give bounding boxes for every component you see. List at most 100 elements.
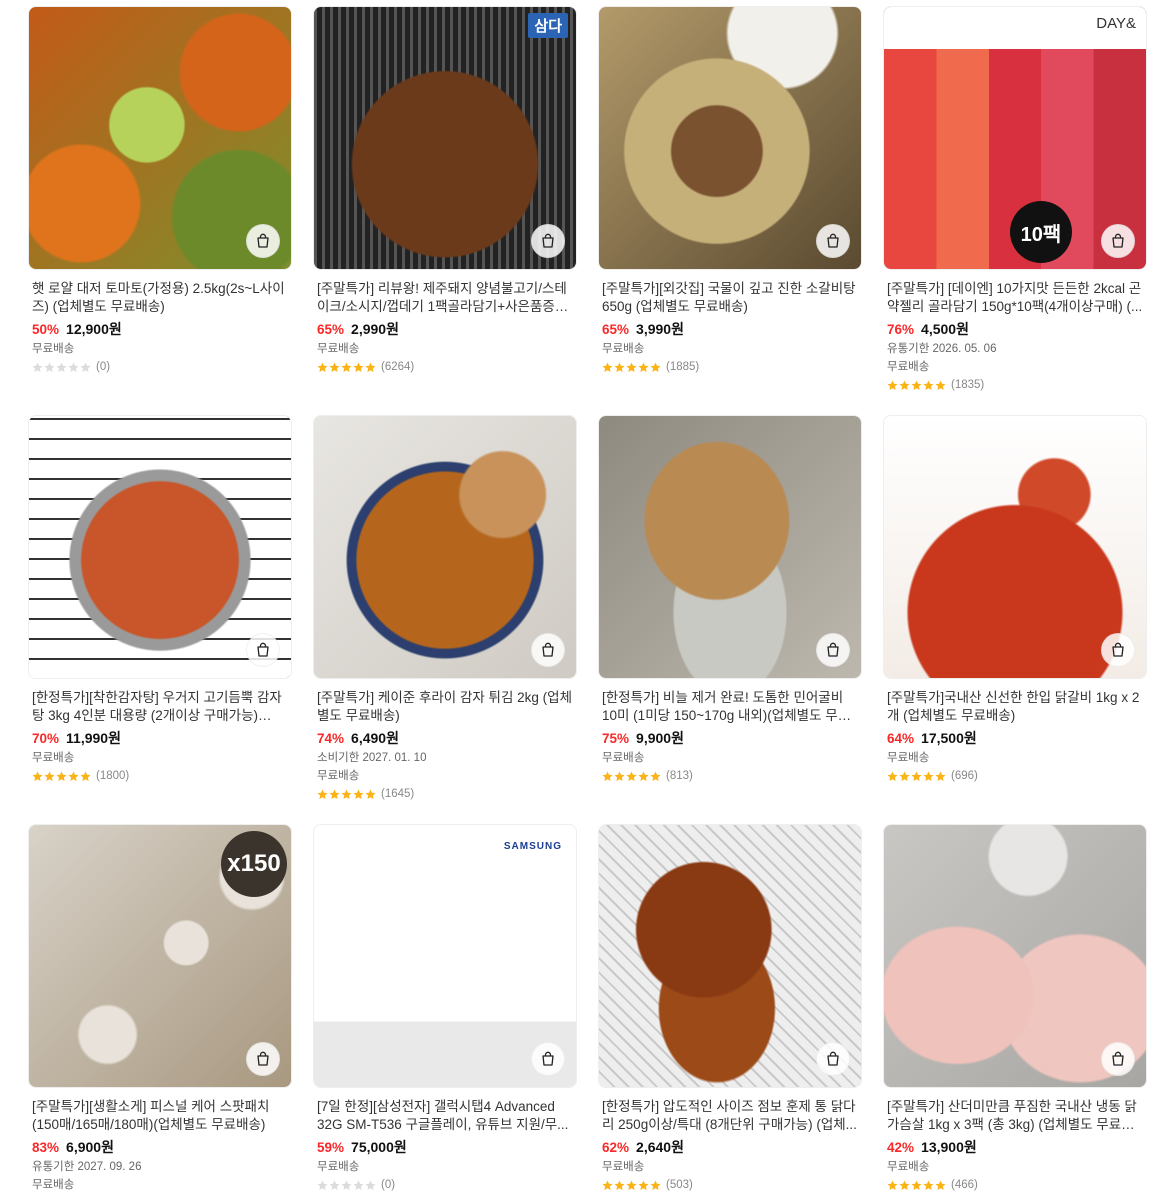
product-card[interactable]: [한정특가] 비늘 제거 완료! 도톰한 민어굴비 10미 (1미당 150~1… [598,415,862,782]
product-image[interactable] [28,415,292,679]
expiry-date: 유통기한 2027. 09. 26 [32,1161,142,1173]
star-rating [317,789,376,800]
product-info: [주말특가]국내산 신선한 한입 닭갈비 1kg x 2개 (업체별도 무료배송… [883,679,1147,782]
add-to-cart-button[interactable] [246,633,280,667]
product-image[interactable] [598,6,862,270]
discount-rate: 76% [887,322,915,337]
star-icon [32,362,43,372]
discount-rate: 75% [602,731,630,746]
shipping-label: 무료배송 [602,752,645,764]
review-count: (813) [666,770,693,782]
star-icon [317,362,328,372]
sale-price: 17,500원 [921,730,977,746]
add-to-cart-button[interactable] [531,224,565,258]
star-icon [353,362,364,372]
product-title[interactable]: [주말특가][외갓집] 국물이 깊고 진한 소갈비탕 650g (업체별도 무료… [602,280,858,316]
shopping-bag-icon [542,1051,554,1066]
product-card[interactable]: 삼다 [주말특가] 리뷰왕! 제주돼지 양념불고기/스테이크/소시지/껍데기 1팩… [313,6,577,373]
star-icon [887,380,898,390]
product-title[interactable]: [주말특가][생활소게] 피스널 케어 스팟패치 (150매/165매/180매… [32,1098,288,1134]
star-icon [317,1180,328,1190]
star-icon [341,362,352,372]
add-to-cart-button[interactable] [816,1042,850,1076]
product-title[interactable]: [주말특가] [데이엔] 10가지맛 든든한 2kcal 곤약젤리 골라담기 1… [887,280,1143,316]
add-to-cart-button[interactable] [816,224,850,258]
shipping-label: 무료배송 [602,1161,645,1173]
product-info: [주말특가] [데이엔] 10가지맛 든든한 2kcal 곤약젤리 골라담기 1… [883,270,1147,391]
star-icon [626,771,637,781]
add-to-cart-button[interactable] [246,224,280,258]
product-info: 햇 로얄 대저 토마토(가정용) 2.5kg(2s~L사이즈) (업체별도 무료… [28,270,292,373]
star-icon [341,789,352,799]
add-to-cart-button[interactable] [531,633,565,667]
star-icon [923,771,934,781]
star-icon [923,1180,934,1190]
product-image[interactable]: x150 [28,824,292,1088]
product-title[interactable]: 햇 로얄 대저 토마토(가정용) 2.5kg(2s~L사이즈) (업체별도 무료… [32,280,288,316]
add-to-cart-button[interactable] [531,1042,565,1076]
product-image[interactable] [28,6,292,270]
price-row: 65% 3,990원 [602,319,858,339]
product-card[interactable]: [한정특가][착한감자탕] 우거지 고기듬뿍 감자탕 3kg 4인분 대용량 (… [28,415,292,782]
shipping-label: 무료배송 [32,752,75,764]
price-row: 76% 4,500원 [887,319,1143,339]
discount-rate: 64% [887,731,915,746]
add-to-cart-button[interactable] [246,1042,280,1076]
rating-row: (1835) [887,379,1143,391]
star-icon [899,380,910,390]
star-icon [56,771,67,781]
product-title[interactable]: [주말특가] 리뷰왕! 제주돼지 양념불고기/스테이크/소시지/껍데기 1팩골라… [317,280,573,316]
image-overlay-label: x150 [221,831,287,897]
review-count: (466) [951,1179,978,1191]
star-icon [923,380,934,390]
star-icon [602,1180,613,1190]
star-rating [602,771,661,782]
star-icon [353,1180,364,1190]
price-row: 83% 6,900원 [32,1137,288,1157]
add-to-cart-button[interactable] [1101,633,1135,667]
add-to-cart-button[interactable] [816,633,850,667]
product-image[interactable] [883,415,1147,679]
star-icon [626,1180,637,1190]
product-image[interactable]: DAY& 10팩 [883,6,1147,270]
product-card[interactable]: [주말특가] 산더미만큼 푸짐한 국내산 냉동 닭가슴살 1kg x 3팩 (총… [883,824,1147,1191]
product-image[interactable] [883,824,1147,1088]
star-icon [56,362,67,372]
product-image[interactable] [598,824,862,1088]
product-title[interactable]: [주말특가] 케이준 후라이 감자 튀김 2kg (업체별도 무료배송) [317,689,573,725]
shipping-label: 무료배송 [887,1161,930,1173]
product-card[interactable]: SAMSUNG [7일 한정][삼성전자] 갤럭시탭4 Advanced 32G … [313,824,577,1191]
sale-price: 11,990원 [66,730,121,746]
sale-price: 2,990원 [351,321,399,337]
product-card[interactable]: DAY& 10팩 [주말특가] [데이엔] 10가지맛 든든한 2kcal 곤약젤리… [883,6,1147,391]
product-image[interactable] [598,415,862,679]
star-rating [32,362,91,373]
discount-rate: 65% [602,322,630,337]
product-title[interactable]: [7일 한정][삼성전자] 갤럭시탭4 Advanced 32G SM-T536… [317,1098,573,1134]
product-title[interactable]: [한정특가] 비늘 제거 완료! 도톰한 민어굴비 10미 (1미당 150~1… [602,689,858,725]
add-to-cart-button[interactable] [1101,1042,1135,1076]
star-icon [911,380,922,390]
rating-row: (0) [32,361,288,373]
product-card[interactable]: [한정특가] 압도적인 사이즈 점보 훈제 통 닭다리 250g이상/특대 (8… [598,824,862,1191]
product-title[interactable]: [주말특가]국내산 신선한 한입 닭갈비 1kg x 2개 (업체별도 무료배송… [887,689,1143,725]
product-title[interactable]: [주말특가] 산더미만큼 푸짐한 국내산 냉동 닭가슴살 1kg x 3팩 (총… [887,1098,1143,1134]
product-card[interactable]: x150 [주말특가][생활소게] 피스널 케어 스팟패치 (150매/165매/… [28,824,292,1193]
rating-row: (1800) [32,770,288,782]
star-rating [32,771,91,782]
star-icon [68,362,79,372]
product-image[interactable]: 삼다 [313,6,577,270]
product-card[interactable]: 햇 로얄 대저 토마토(가정용) 2.5kg(2s~L사이즈) (업체별도 무료… [28,6,292,373]
add-to-cart-button[interactable] [1101,224,1135,258]
product-info: [한정특가] 비늘 제거 완료! 도톰한 민어굴비 10미 (1미당 150~1… [598,679,862,782]
product-image[interactable] [313,415,577,679]
shopping-bag-icon [1112,233,1124,248]
product-card[interactable]: [주말특가] 케이준 후라이 감자 튀김 2kg (업체별도 무료배송) 74% 6… [313,415,577,800]
product-card[interactable]: [주말특가][외갓집] 국물이 깊고 진한 소갈비탕 650g (업체별도 무료… [598,6,862,373]
product-card[interactable]: [주말특가]국내산 신선한 한입 닭갈비 1kg x 2개 (업체별도 무료배송… [883,415,1147,782]
product-image[interactable]: SAMSUNG [313,824,577,1088]
product-title[interactable]: [한정특가][착한감자탕] 우거지 고기듬뿍 감자탕 3kg 4인분 대용량 (… [32,689,288,725]
product-title[interactable]: [한정특가] 압도적인 사이즈 점보 훈제 통 닭다리 250g이상/특대 (8… [602,1098,858,1134]
star-rating [602,1180,661,1191]
sale-price: 12,900원 [66,321,122,337]
